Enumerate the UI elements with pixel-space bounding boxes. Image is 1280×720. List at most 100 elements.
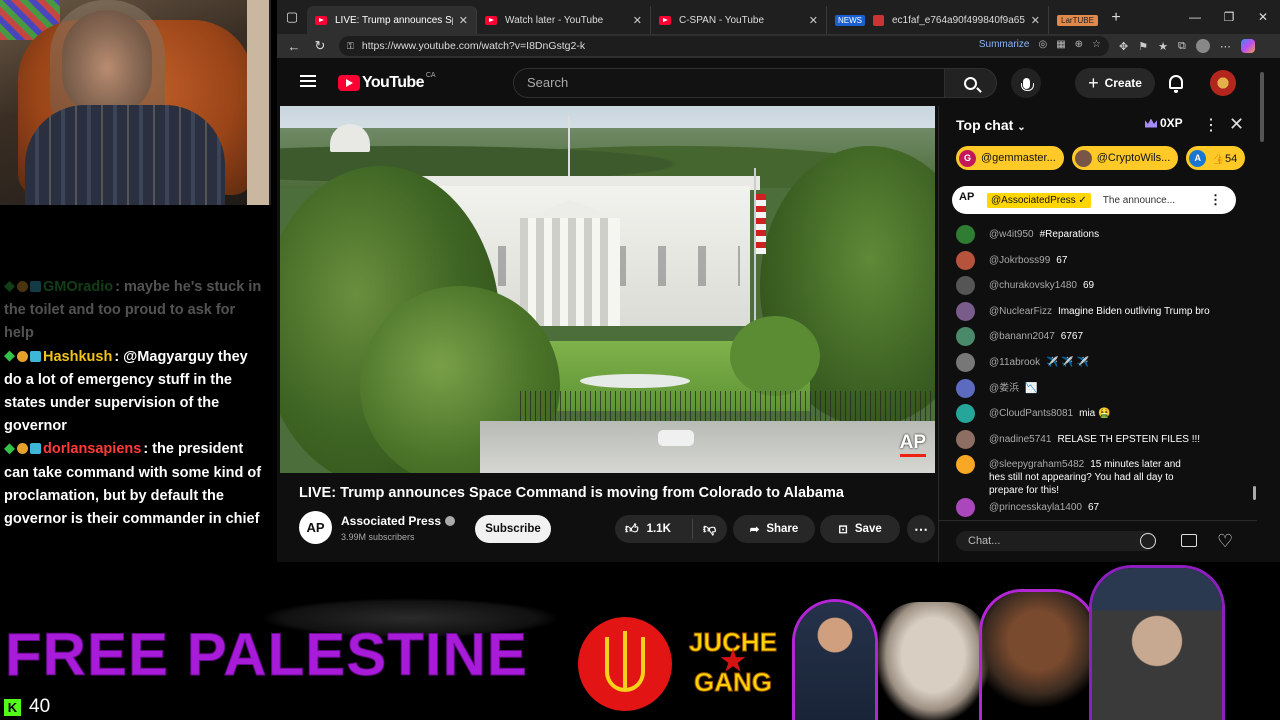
summarize-button[interactable]: Summarize [979, 39, 1030, 50]
super-chat-ticker[interactable]: A 👍54 [1186, 146, 1246, 170]
search-button[interactable] [945, 68, 997, 98]
tab-lartube[interactable]: LarTUBE [1049, 6, 1099, 34]
new-tab-plus-icon[interactable]: + [1099, 9, 1133, 27]
reader-icon[interactable]: ◎ [1038, 39, 1047, 50]
split-icon[interactable]: ⚑ [1138, 40, 1148, 53]
url-field[interactable]: ⚿ https://www.youtube.com/watch?v=I8DnGs… [339, 36, 1109, 56]
restore-icon[interactable]: ❐ [1212, 10, 1246, 24]
chat-message[interactable]: @nadine5741 RELASE TH EPSTEIN FILES !!! [956, 429, 1246, 455]
chat-message[interactable]: @w4it950 #Reparations [956, 224, 1246, 250]
save-button[interactable]: ⊡ Save [820, 515, 900, 543]
tab-watch-later[interactable]: Watch later - YouTube ✕ [477, 6, 651, 34]
page-scrollbar-thumb[interactable] [1260, 72, 1264, 142]
subscribe-button[interactable]: Subscribe [475, 515, 551, 543]
chat-message[interactable]: @CloudPants8081 mia 🤮 [956, 403, 1246, 429]
tab-close-icon[interactable]: ✕ [459, 14, 468, 27]
collections-icon[interactable]: ⧉ [1178, 40, 1186, 53]
menu-hamburger-icon[interactable] [300, 75, 316, 87]
stream-chat-message: dorlansapiens: the president can take co… [4, 438, 267, 531]
heart-icon[interactable]: ♡ [1217, 531, 1233, 552]
pinned-message[interactable]: AP @AssociatedPress ✓ The announce... ⋮ [952, 186, 1236, 214]
chat-input[interactable]: Chat... [956, 531, 1156, 551]
more-actions-button[interactable]: ⋯ [907, 515, 935, 543]
super-chat-icon[interactable] [1181, 534, 1197, 547]
tab-close-icon[interactable]: ✕ [809, 14, 818, 27]
video-car [658, 430, 694, 446]
chat-close-icon[interactable]: ✕ [1229, 114, 1244, 135]
video-player[interactable]: AP [280, 106, 935, 473]
chat-badge-icon [4, 443, 15, 455]
video-fountain [580, 374, 690, 388]
chat-avatar [956, 455, 975, 475]
super-chat-ticker[interactable]: G @gemmaster... [956, 146, 1064, 170]
chat-scrollbar[interactable] [1253, 486, 1256, 500]
chat-badge-icon [30, 281, 41, 292]
chat-message[interactable]: @banann2047 6767 [956, 326, 1246, 352]
close-window-icon[interactable]: ✕ [1246, 10, 1280, 24]
dislike-button[interactable]: 👎︎ [693, 521, 716, 537]
page-scrollbar[interactable] [1259, 60, 1265, 560]
chat-mode-label: Top chat [956, 117, 1014, 133]
chat-avatar [956, 276, 975, 296]
tab-close-icon[interactable]: ✕ [633, 14, 642, 27]
reload-icon[interactable]: ↻ [307, 38, 333, 54]
share-button[interactable]: ➦ Share [733, 515, 815, 543]
chat-avatar [956, 378, 975, 398]
super-chat-tickers: G @gemmaster... @CryptoWils... A 👍54 [956, 146, 1246, 170]
browser-window: ▢ LIVE: Trump announces Space Co ✕ Watch… [277, 0, 1280, 562]
like-dislike-group: 👍︎ 1.1K 👎︎ [615, 515, 727, 543]
chat-message[interactable]: @Jokrboss99 67 [956, 250, 1246, 276]
chat-message-body: @nadine5741 RELASE TH EPSTEIN FILES !!! [989, 429, 1200, 446]
chat-mode-dropdown[interactable]: Top chat ⌄ [956, 117, 1026, 133]
extensions-icon[interactable]: ✥ [1119, 40, 1128, 53]
like-button[interactable]: 👍︎ 1.1K [615, 519, 693, 539]
emoji-icon[interactable] [1140, 533, 1156, 549]
favorite-star-icon[interactable]: ☆ [1092, 39, 1101, 50]
minimize-icon[interactable]: — [1178, 10, 1212, 24]
super-chat-ticker[interactable]: @CryptoWils... [1071, 146, 1179, 170]
video-title: LIVE: Trump announces Space Command is m… [299, 485, 844, 501]
channel-avatar[interactable]: AP [299, 511, 332, 544]
search-input[interactable]: Search [513, 68, 945, 98]
tab-cspan[interactable]: C-SPAN - YouTube ✕ [651, 6, 827, 34]
chat-author: @w4it950 [989, 229, 1034, 240]
tab-close-icon[interactable]: ✕ [1031, 14, 1040, 27]
chat-message[interactable]: @churakovsky1480 69 [956, 275, 1246, 301]
favorites-icon[interactable]: ★ [1158, 40, 1168, 53]
account-avatar[interactable] [1210, 70, 1236, 96]
notifications-bell-icon[interactable] [1169, 75, 1183, 93]
chat-text: 67 [1056, 254, 1068, 266]
site-info-icon[interactable]: ⚿ [347, 41, 354, 52]
tab-bar: ▢ LIVE: Trump announces Space Co ✕ Watch… [277, 0, 1280, 34]
streamer-face [62, 10, 152, 115]
channel-name-text: Associated Press [341, 514, 442, 528]
back-arrow-icon[interactable]: ← [281, 39, 307, 54]
youtube-play-icon [338, 75, 360, 91]
profile-avatar-small[interactable] [1195, 39, 1210, 53]
chat-menu-icon[interactable]: ⋮ [1203, 115, 1219, 135]
tab-news-file[interactable]: NEWS ec1faf_e764a90f499840f9a65374 ✕ [827, 6, 1049, 34]
chat-message[interactable]: @11abrook ✈️ ✈️ ✈️ [956, 352, 1246, 378]
zoom-icon[interactable]: ⊕ [1075, 39, 1083, 50]
xp-badge[interactable]: 0XP [1145, 116, 1183, 130]
voice-search-button[interactable] [1011, 68, 1041, 98]
pinned-menu-icon[interactable]: ⋮ [1209, 192, 1222, 208]
chat-text: 6767 [1060, 331, 1084, 343]
tab-actions-icon[interactable]: ▢ [277, 0, 307, 34]
chat-message[interactable]: @sleepygraham5482 15 minutes later and he… [956, 454, 1246, 497]
youtube-logo[interactable]: YouTube CA [338, 72, 436, 92]
juche-gang-sticker: JUCHE GANG [685, 622, 781, 706]
copilot-icon[interactable] [1240, 39, 1255, 53]
youtube-header: YouTube CA Search + Create [277, 58, 1280, 106]
channel-name[interactable]: Associated Press [341, 514, 456, 528]
chat-avatar [956, 301, 975, 321]
chat-message[interactable]: @NuclearFizz Imagine Biden outliving Trum… [956, 301, 1246, 327]
video-white-house-columns [520, 218, 620, 326]
create-button[interactable]: + Create [1075, 68, 1155, 98]
tab-live-trump[interactable]: LIVE: Trump announces Space Co ✕ [307, 6, 477, 34]
address-bar-row: ← ↻ ⚿ https://www.youtube.com/watch?v=I8… [277, 34, 1280, 58]
apps-icon[interactable]: ▦ [1056, 39, 1065, 50]
chat-message[interactable]: @娄浜 📉 [956, 378, 1246, 404]
more-menu-icon[interactable]: ⋯ [1220, 40, 1231, 53]
chat-avatar [956, 498, 975, 518]
